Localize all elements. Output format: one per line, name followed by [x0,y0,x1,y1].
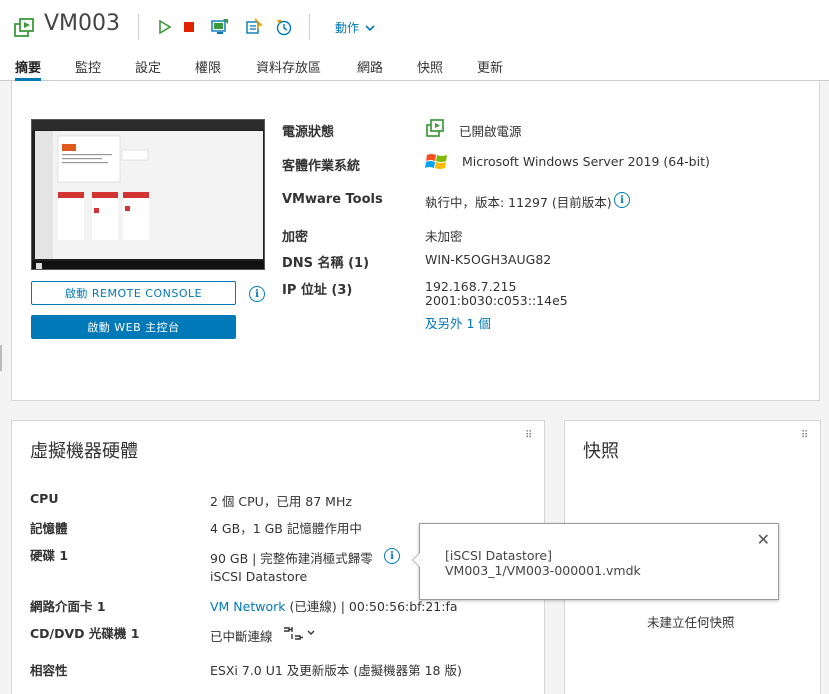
encryption-value: 未加密 [425,229,463,244]
tooltip-datastore: [iSCSI Datastore] [445,548,552,563]
memory-value: 4 GB，1 GB 記憶體作用中 [210,521,362,536]
tab-configure[interactable]: 設定 [135,57,161,81]
migrate-icon[interactable] [244,17,264,37]
drag-handle-icon[interactable]: ⠿ [801,431,811,441]
power-state-label: 電源狀態 [282,125,335,140]
toolbar-divider [309,14,310,40]
tab-datastores[interactable]: 資料存放區 [256,57,321,81]
vm-icon [13,15,37,39]
compatibility-value: ESXi 7.0 U1 及更新版本 (虛擬機器第 18 版) [210,663,462,678]
cd-dvd-label: CD/DVD 光碟機 1 [30,626,140,641]
no-snapshots-text: 未建立任何快照 [647,615,735,630]
tooltip-arrow [413,552,421,568]
power-state-value: 已開啟電源 [459,124,522,139]
tab-updates[interactable]: 更新 [477,57,503,81]
ip-address-value: 192.168.7.215 [425,279,517,294]
tab-bar: 摘要 監控 設定 權限 資料存放區 網路 快照 更新 [0,52,829,81]
guest-os-label: 客體作業系統 [282,159,361,174]
tooltip-disk-path: VM003_1/VM003-000001.vmdk [445,563,641,578]
dns-name-label: DNS 名稱 (1) [282,256,370,271]
panel-title: 虛擬機器硬體 [30,441,138,462]
cd-dvd-value: 已中斷連線 [210,629,273,644]
vmware-tools-value: 執行中，版本: 11297 (目前版本) [425,195,612,210]
snapshot-icon[interactable] [274,17,294,37]
console-icon[interactable] [210,17,230,37]
network-link[interactable]: VM Network [210,599,286,614]
network-adapter-status: (已連線) | 00:50:56:bf:21:fa [285,599,458,614]
tab-networks[interactable]: 網路 [357,57,383,81]
header: VM003 動作 摘要 監控 設定 權限 資料存放區 網路 快照 更新 [0,0,829,81]
tab-permissions[interactable]: 權限 [195,57,221,81]
launch-remote-console-button[interactable]: 啟動 REMOTE CONSOLE [31,281,236,305]
guest-os-value: Microsoft Windows Server 2019 (64-bit) [462,154,710,169]
actions-menu-button[interactable]: 動作 [335,19,375,36]
compatibility-label: 相容性 [30,663,68,678]
network-adapter-label: 網路介面卡 1 [30,599,106,614]
ip-more-link[interactable]: 及另外 1 個 [425,313,491,332]
page-title: VM003 [44,11,121,36]
vmware-tools-label: VMware Tools [282,192,383,207]
datastore-link[interactable]: iSCSI Datastore [210,569,307,584]
memory-label: 記憶體 [30,521,68,536]
ip-address-value: 2001:b030:c053::14e5 [425,293,568,308]
close-icon[interactable]: ✕ [757,530,770,549]
info-icon[interactable]: i [614,192,630,208]
info-icon[interactable]: i [384,548,400,564]
info-icon[interactable]: i [249,286,265,302]
encryption-label: 加密 [282,230,309,245]
power-off-icon[interactable] [179,17,199,37]
console-thumbnail[interactable] [31,119,265,270]
scroll-handle[interactable] [0,345,4,371]
ip-address-label: IP 位址 (3) [282,283,353,298]
toolbar-divider [138,14,139,40]
disconnected-plug-icon[interactable] [282,625,316,645]
power-on-icon[interactable] [155,17,175,37]
disk-path-tooltip: ✕ [iSCSI Datastore] VM003_1/VM003-000001… [412,523,779,600]
tab-summary[interactable]: 摘要 [15,57,42,81]
summary-panel: 啟動 REMOTE CONSOLE i 啟動 WEB 主控台 電源狀態 已開啟電… [11,81,820,401]
hard-disk-label: 硬碟 1 [30,548,69,563]
powered-on-icon [425,117,447,143]
tab-monitor[interactable]: 監控 [75,57,101,81]
drag-handle-icon[interactable]: ⠿ [525,431,535,441]
dns-name-value: WIN-K5OGH3AUG82 [425,252,552,267]
windows-logo-icon [425,151,449,177]
launch-web-console-button[interactable]: 啟動 WEB 主控台 [31,315,236,339]
console-screenshot-image [32,120,264,269]
cpu-label: CPU [30,491,59,506]
actions-label: 動作 [335,21,360,35]
cpu-value: 2 個 CPU，已用 87 MHz [210,494,352,509]
hard-disk-value: 90 GB | 完整佈建消極式歸零 [210,551,373,566]
tab-snapshots[interactable]: 快照 [417,57,443,81]
panel-title: 快照 [583,441,619,462]
chevron-down-icon [365,22,375,35]
